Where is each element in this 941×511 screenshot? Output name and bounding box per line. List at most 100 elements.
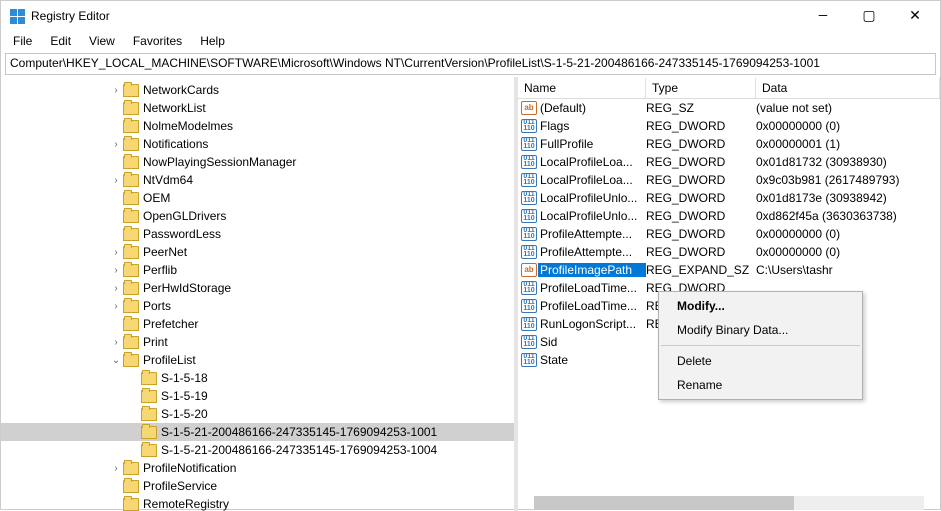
chevron-right-icon[interactable]: › (109, 265, 123, 276)
tree-item[interactable]: S-1-5-19 (1, 387, 514, 405)
tree-item[interactable]: ›Ports (1, 297, 514, 315)
value-name: Flags (538, 119, 646, 133)
tree-item-label: PerHwIdStorage (143, 281, 231, 295)
ctx-separator (661, 345, 860, 346)
chevron-right-icon[interactable]: › (109, 85, 123, 96)
chevron-right-icon[interactable]: › (109, 283, 123, 294)
tree-item[interactable]: S-1-5-20 (1, 405, 514, 423)
tree-item[interactable]: S-1-5-18 (1, 369, 514, 387)
tree-item[interactable]: OpenGLDrivers (1, 207, 514, 225)
chevron-down-icon[interactable]: ⌄ (109, 355, 123, 366)
tree-item[interactable]: S-1-5-21-200486166-247335145-1769094253-… (1, 423, 514, 441)
ctx-rename[interactable]: Rename (659, 373, 862, 397)
value-row[interactable]: 011110LocalProfileLoa...REG_DWORD0x9c03b… (518, 171, 940, 189)
horizontal-scrollbar[interactable] (518, 495, 940, 511)
tree-item[interactable]: ›NetworkCards (1, 81, 514, 99)
value-name: FullProfile (538, 137, 646, 151)
tree-item[interactable]: ›PeerNet (1, 243, 514, 261)
chevron-right-icon[interactable]: › (109, 463, 123, 474)
chevron-right-icon[interactable]: › (109, 139, 123, 150)
reg-binary-icon: 011110 (520, 118, 538, 134)
close-button[interactable]: ✕ (892, 1, 938, 31)
folder-icon (141, 408, 157, 421)
tree-item[interactable]: RemoteRegistry (1, 495, 514, 511)
value-name: (Default) (538, 101, 646, 115)
tree-item[interactable]: ProfileService (1, 477, 514, 495)
menu-favorites[interactable]: Favorites (125, 32, 190, 50)
value-row[interactable]: abProfileImagePathREG_EXPAND_SZC:\Users\… (518, 261, 940, 279)
reg-binary-icon: 011110 (520, 334, 538, 350)
value-row[interactable]: ab(Default)REG_SZ(value not set) (518, 99, 940, 117)
tree-item[interactable]: › Notifications (1, 135, 514, 153)
value-type: REG_SZ (646, 101, 756, 115)
value-row[interactable]: 011110LocalProfileUnlo...REG_DWORD0x01d8… (518, 189, 940, 207)
folder-icon (123, 336, 139, 349)
folder-icon (123, 138, 139, 151)
header-type[interactable]: Type (646, 78, 756, 98)
value-type: REG_DWORD (646, 227, 756, 241)
ctx-modify[interactable]: Modify... (659, 294, 862, 318)
tree-item[interactable]: NowPlayingSessionManager (1, 153, 514, 171)
chevron-right-icon[interactable]: › (109, 175, 123, 186)
menu-edit[interactable]: Edit (42, 32, 79, 50)
reg-binary-icon: 011110 (520, 136, 538, 152)
folder-icon (123, 318, 139, 331)
value-type: REG_DWORD (646, 137, 756, 151)
value-row[interactable]: 011110ProfileAttempte...REG_DWORD0x00000… (518, 225, 940, 243)
value-row[interactable]: 011110LocalProfileUnlo...REG_DWORD0xd862… (518, 207, 940, 225)
tree-item-label: ProfileList (143, 353, 196, 367)
value-data: 0x9c03b981 (2617489793) (756, 173, 940, 187)
chevron-right-icon[interactable]: › (109, 337, 123, 348)
value-row[interactable]: 011110LocalProfileLoa...REG_DWORD0x01d81… (518, 153, 940, 171)
chevron-right-icon[interactable]: › (109, 301, 123, 312)
maximize-button[interactable]: ▢ (846, 1, 892, 31)
tree-item-label: S-1-5-21-200486166-247335145-1769094253-… (161, 443, 437, 457)
tree-item[interactable]: S-1-5-21-200486166-247335145-1769094253-… (1, 441, 514, 459)
folder-icon (123, 192, 139, 205)
tree-item[interactable]: NolmeModelmes (1, 117, 514, 135)
tree-item[interactable]: › PerHwIdStorage (1, 279, 514, 297)
value-header: Name Type Data (518, 77, 940, 99)
menu-help[interactable]: Help (192, 32, 233, 50)
menu-file[interactable]: File (5, 32, 40, 50)
folder-icon (123, 84, 139, 97)
reg-binary-icon: 011110 (520, 280, 538, 296)
value-row[interactable]: 011110ProfileAttempte...REG_DWORD0x00000… (518, 243, 940, 261)
tree-item[interactable]: ›Print (1, 333, 514, 351)
tree-item[interactable]: PasswordLess (1, 225, 514, 243)
tree-item[interactable]: › Perflib (1, 261, 514, 279)
value-data: 0x01d8173e (30938942) (756, 191, 940, 205)
tree-item[interactable]: NetworkList (1, 99, 514, 117)
folder-icon (141, 390, 157, 403)
header-name[interactable]: Name (518, 78, 646, 98)
value-name: ProfileLoadTime... (538, 299, 646, 313)
ctx-modify-binary[interactable]: Modify Binary Data... (659, 318, 862, 342)
value-name: ProfileAttempte... (538, 227, 646, 241)
tree-item-label: RemoteRegistry (143, 497, 229, 511)
tree-item[interactable]: Prefetcher (1, 315, 514, 333)
tree-item-label: Perflib (143, 263, 177, 277)
value-row[interactable]: 011110FlagsREG_DWORD0x00000000 (0) (518, 117, 940, 135)
registry-tree[interactable]: ›NetworkCardsNetworkListNolmeModelmes › No… (1, 77, 514, 511)
folder-icon (123, 498, 139, 511)
folder-icon (141, 372, 157, 385)
tree-item-label: Notifications (143, 137, 208, 151)
value-row[interactable]: 011110FullProfileREG_DWORD0x00000001 (1) (518, 135, 940, 153)
value-name: ProfileLoadTime... (538, 281, 646, 295)
folder-icon (123, 462, 139, 475)
value-name: LocalProfileUnlo... (538, 209, 646, 223)
chevron-right-icon[interactable]: › (109, 247, 123, 258)
tree-item[interactable]: ›NtVdm64 (1, 171, 514, 189)
ctx-delete[interactable]: Delete (659, 349, 862, 373)
reg-binary-icon: 011110 (520, 226, 538, 242)
minimize-button[interactable]: — (800, 1, 846, 31)
address-bar[interactable]: Computer\HKEY_LOCAL_MACHINE\SOFTWARE\Mic… (5, 53, 936, 75)
tree-item-label: PasswordLess (143, 227, 221, 241)
folder-icon (123, 300, 139, 313)
reg-binary-icon: 011110 (520, 154, 538, 170)
tree-item[interactable]: ⌄ ProfileList (1, 351, 514, 369)
tree-item[interactable]: ›ProfileNotification (1, 459, 514, 477)
header-data[interactable]: Data (756, 78, 940, 98)
tree-item[interactable]: OEM (1, 189, 514, 207)
menu-view[interactable]: View (81, 32, 123, 50)
